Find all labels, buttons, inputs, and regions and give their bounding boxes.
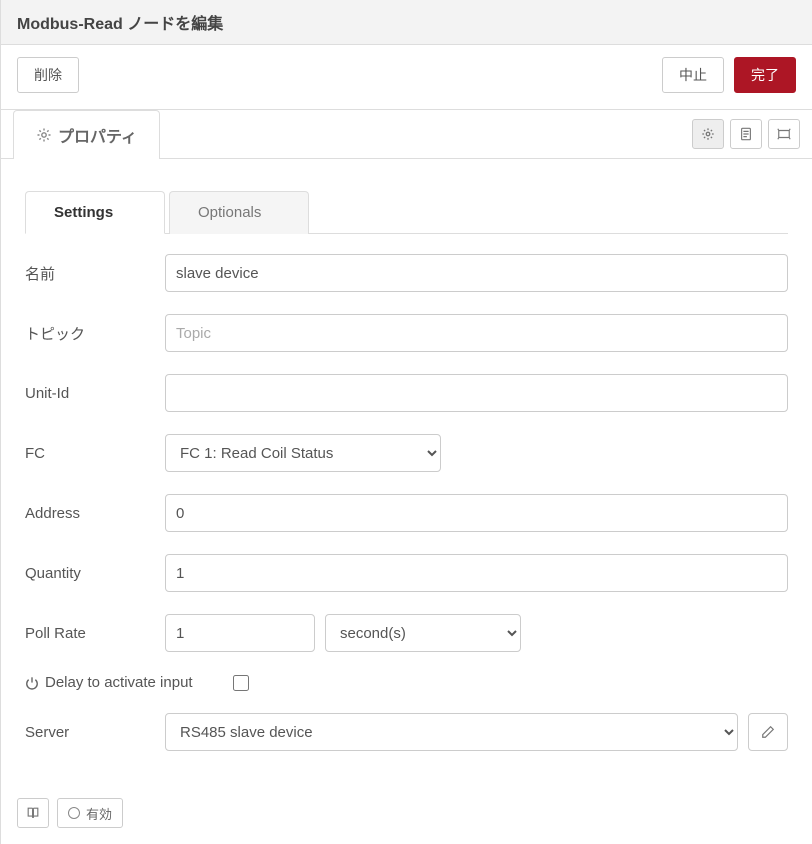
document-icon bbox=[739, 127, 753, 141]
server-label: Server bbox=[25, 724, 165, 741]
enabled-toggle[interactable]: 有効 bbox=[57, 798, 123, 828]
appearance-icon bbox=[777, 127, 791, 141]
quantity-field[interactable] bbox=[165, 554, 788, 592]
delay-checkbox[interactable] bbox=[233, 675, 249, 691]
gear-icon bbox=[701, 127, 715, 141]
topic-field[interactable] bbox=[165, 314, 788, 352]
address-label: Address bbox=[25, 505, 165, 522]
appearance-view-button[interactable] bbox=[768, 119, 800, 149]
pencil-icon bbox=[761, 725, 775, 739]
name-field[interactable] bbox=[165, 254, 788, 292]
gear-icon bbox=[36, 127, 52, 143]
fc-select[interactable]: FC 1: Read Coil Status bbox=[165, 434, 441, 472]
settings-view-button[interactable] bbox=[692, 119, 724, 149]
done-button[interactable]: 完了 bbox=[734, 57, 796, 93]
book-icon bbox=[26, 806, 40, 820]
quantity-label: Quantity bbox=[25, 565, 165, 582]
unitid-field[interactable] bbox=[165, 374, 788, 412]
toolbar: 削除 中止 完了 bbox=[1, 45, 812, 110]
server-select[interactable]: RS485 slave device bbox=[165, 713, 738, 751]
fc-label: FC bbox=[25, 445, 165, 462]
dialog-title: Modbus-Read ノードを編集 bbox=[1, 0, 812, 45]
delete-button[interactable]: 削除 bbox=[17, 57, 79, 93]
cancel-button[interactable]: 中止 bbox=[662, 57, 724, 93]
pollrate-label: Poll Rate bbox=[25, 625, 165, 642]
tab-optionals[interactable]: Optionals bbox=[169, 191, 309, 234]
tab-properties[interactable]: プロパティ bbox=[13, 110, 160, 159]
description-view-button[interactable] bbox=[730, 119, 762, 149]
edit-server-button[interactable] bbox=[748, 713, 788, 751]
topic-label: トピック bbox=[25, 323, 165, 344]
circle-icon bbox=[68, 807, 80, 819]
power-icon bbox=[25, 676, 39, 690]
delay-label: Delay to activate input bbox=[25, 674, 193, 691]
inner-tabs: Settings Optionals bbox=[25, 191, 788, 234]
dialog-title-text: Modbus-Read ノードを編集 bbox=[17, 16, 223, 33]
pollrate-unit-select[interactable]: second(s) bbox=[325, 614, 521, 652]
pollrate-field[interactable] bbox=[165, 614, 315, 652]
tab-settings[interactable]: Settings bbox=[25, 191, 165, 234]
tab-properties-label: プロパティ bbox=[58, 123, 137, 147]
unitid-label: Unit-Id bbox=[25, 385, 165, 402]
footer: 有効 bbox=[17, 798, 123, 828]
enabled-label: 有効 bbox=[86, 804, 112, 823]
name-label: 名前 bbox=[25, 263, 165, 284]
address-field[interactable] bbox=[165, 494, 788, 532]
tabs-row: プロパティ bbox=[1, 110, 812, 159]
help-button[interactable] bbox=[17, 798, 49, 828]
content-area: Settings Optionals 名前 トピック Unit-Id FC FC… bbox=[1, 159, 812, 793]
